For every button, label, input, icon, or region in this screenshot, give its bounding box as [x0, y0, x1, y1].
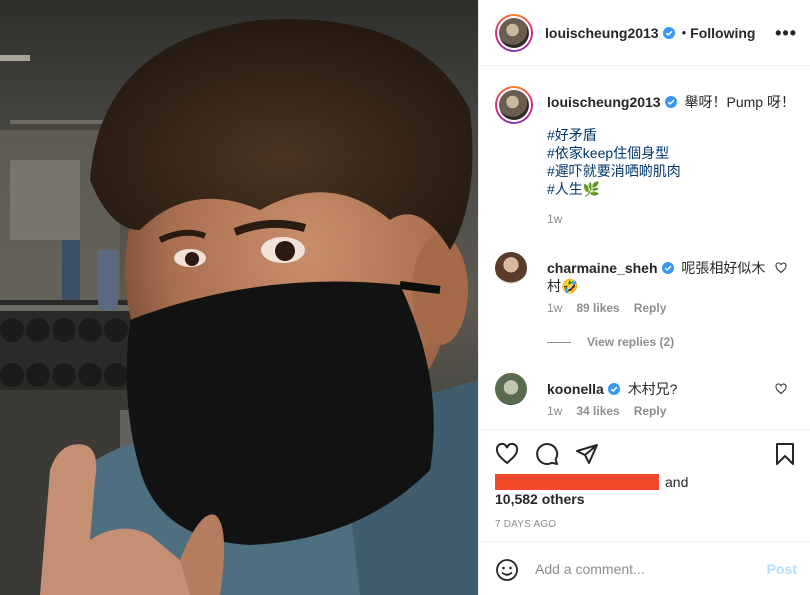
- hashtag-list: #好矛盾 #依家keep住個身型 #遲吓就要消哂啲肌肉 #人生🌿: [547, 126, 681, 198]
- view-replies-label: View replies (2): [587, 335, 675, 349]
- commenter-username[interactable]: koonella: [547, 381, 604, 397]
- hashtag-link[interactable]: #人生🌿: [547, 180, 681, 198]
- reply-button[interactable]: Reply: [634, 301, 667, 315]
- header-username[interactable]: louischeung2013: [545, 25, 659, 41]
- comment-meta: 1w 34 likes Reply: [547, 404, 666, 418]
- comment-input[interactable]: [535, 558, 745, 580]
- hashtag-link[interactable]: #遲吓就要消哂啲肌肉: [547, 162, 681, 180]
- likes-and: and: [665, 474, 689, 490]
- comment-text-row: koonella 木村兄?: [547, 380, 769, 398]
- post-header: louischeung2013 • Following •••: [479, 0, 810, 66]
- caption-time[interactable]: 1w: [547, 212, 562, 226]
- caption-body: 舉呀！Pump 呀！: [684, 94, 795, 110]
- post-timestamp[interactable]: 7 DAYS AGO: [495, 519, 556, 530]
- caption-text-row: louischeung2013 舉呀！Pump 呀！: [547, 93, 797, 111]
- avatar[interactable]: [495, 13, 533, 52]
- verified-badge-icon: [661, 262, 674, 274]
- like-comment-heart-icon[interactable]: [775, 383, 787, 395]
- comment-meta: 1w 89 likes Reply: [547, 301, 666, 315]
- commenter-avatar[interactable]: [495, 373, 527, 405]
- post-sidebar: louischeung2013 • Following ••• louische…: [478, 0, 810, 595]
- separator-dot: •: [681, 25, 687, 40]
- share-paper-plane-icon[interactable]: [575, 442, 599, 466]
- comment-bubble-icon[interactable]: [535, 442, 559, 466]
- replies-divider: [547, 341, 571, 343]
- hashtag-link[interactable]: #好矛盾: [547, 126, 681, 144]
- verified-badge-icon: [662, 26, 675, 39]
- verified-badge-icon: [664, 96, 677, 108]
- post-modal: louischeung2013 • Following ••• louische…: [0, 0, 810, 595]
- comment-time[interactable]: 1w: [547, 301, 562, 315]
- comment-form: Post: [479, 541, 810, 595]
- caption-username[interactable]: louischeung2013: [547, 94, 661, 110]
- emoji-icon[interactable]: [495, 558, 519, 582]
- more-horizontal-icon[interactable]: •••: [775, 24, 797, 42]
- comment-text-row: charmaine_sheh 呢張相好似木村🤣: [547, 259, 769, 295]
- selfie-image: [0, 0, 478, 595]
- hashtag-link[interactable]: #依家keep住個身型: [547, 144, 681, 162]
- redacted-liker-names: [495, 474, 659, 490]
- comment-likes[interactable]: 89 likes: [576, 301, 619, 315]
- caption-avatar[interactable]: [495, 86, 533, 124]
- comment-time[interactable]: 1w: [547, 404, 562, 418]
- post-comment-button[interactable]: Post: [767, 561, 797, 577]
- action-bar: [479, 429, 810, 477]
- comment-body: 木村兄?: [627, 381, 678, 397]
- post-photo[interactable]: [0, 0, 478, 595]
- commenter-avatar[interactable]: [495, 252, 527, 284]
- likes-others-link[interactable]: 10,582 others: [495, 491, 795, 507]
- likes-summary: and 10,582 others: [495, 474, 795, 507]
- following-button[interactable]: Following: [690, 25, 755, 41]
- verified-badge-icon: [607, 383, 620, 395]
- like-heart-icon[interactable]: [495, 442, 519, 466]
- comment-likes[interactable]: 34 likes: [576, 404, 619, 418]
- commenter-username[interactable]: charmaine_sheh: [547, 260, 658, 276]
- view-replies-button[interactable]: View replies (2): [547, 335, 674, 349]
- bookmark-icon[interactable]: [773, 442, 797, 466]
- like-comment-heart-icon[interactable]: [775, 262, 787, 274]
- reply-button[interactable]: Reply: [634, 404, 667, 418]
